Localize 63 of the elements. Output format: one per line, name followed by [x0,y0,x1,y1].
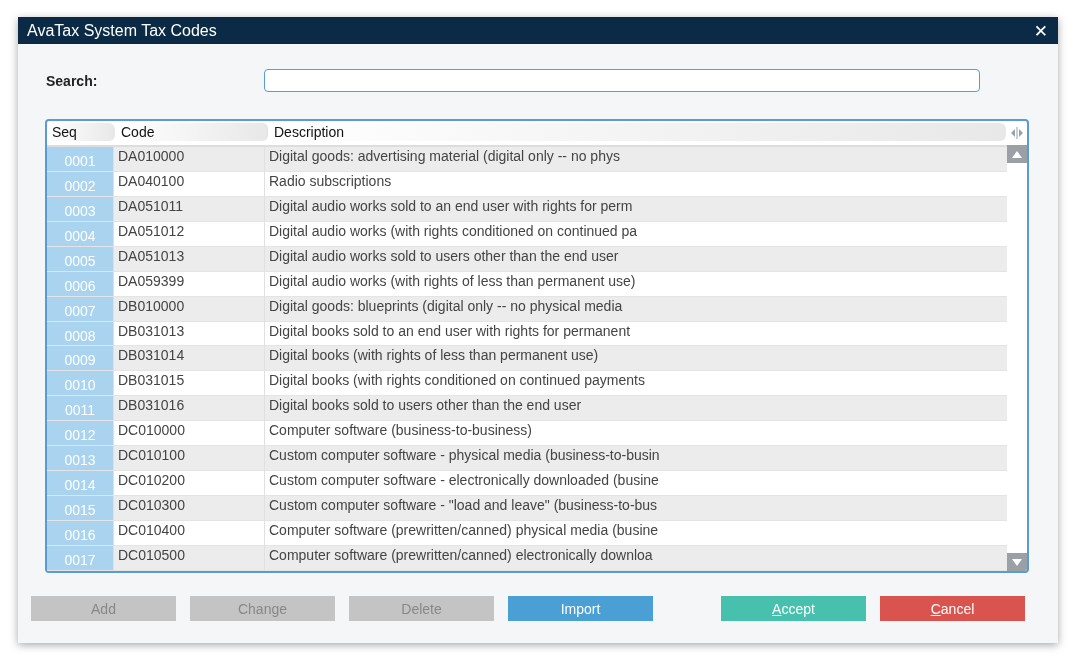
row-number: 0004 [47,221,114,246]
table-cell: DA051011 [114,196,265,221]
row-number: 0017 [47,545,114,570]
row-number: 0006 [47,271,114,296]
row-number: 0009 [47,346,114,371]
search-label: Search: [46,72,99,89]
accept-button[interactable]: Accept [721,596,866,621]
table-cell-text: Computer software (business-to-business) [268,421,533,441]
table-cell: DA010000 [114,146,265,171]
table-cell-text: Digital audio works (with rights conditioned on continued pa [268,221,639,241]
table-cell: DA051013 [114,246,265,271]
table-cell: DC010500 [114,545,265,570]
table-cell: DB031015 [114,371,265,396]
triangle-up-icon [1012,150,1022,158]
table-cell-text: Digital books sold to an end user with rights for permanent [268,321,632,341]
table-cell-text: Radio subscriptions [268,171,393,191]
table-cell-text: Digital books (with rights conditioned on continued payments [268,371,646,391]
close-button[interactable]: ✕ [1031,20,1050,41]
row-number: 0003 [47,196,114,221]
table-cell-text: Computer software (prewritten/canned) physical media (busine [268,521,660,540]
table-cell-text: Digital books sold to users other than the end user [268,396,583,416]
table-cell-text: Digital audio works sold to users other than the end user [268,246,620,266]
window-title: AvaTax System Tax Codes [27,21,217,40]
scroll-down-button[interactable] [1007,553,1027,571]
row-number: 0013 [47,446,114,471]
scroll-up-button[interactable] [1007,145,1027,163]
row-number: 0016 [47,521,114,545]
table-cell: DB031013 [114,321,265,346]
table-cell-text: Custom computer software - electronically downloaded (busine [268,471,660,491]
table-cell-text: Digital books (with rights of less than permanent use) [268,346,600,366]
table-cell: DC010100 [114,446,265,471]
triangle-down-icon [1012,558,1022,566]
row-number: 0011 [47,396,114,421]
table-cell: DC010400 [114,521,265,545]
table-cell-text: Digital goods: advertising material (digital only -- no phys [268,146,621,166]
row-number: 0014 [47,471,114,496]
table-cell: DB010000 [114,296,265,321]
table-cell-text: Custom computer software - "load and leave" (business-to-bus [268,496,659,516]
row-number: 0008 [47,321,114,346]
row-number: 0012 [47,421,114,446]
row-number: 0005 [47,246,114,271]
table-cell-text: Digital goods: blueprints (digital only -- no physical media [268,296,624,316]
table-cell: DC010300 [114,496,265,520]
cancel-button[interactable]: Cancel [880,596,1025,621]
search-field[interactable] [264,69,980,92]
table-cell: DA040100 [114,171,265,196]
row-number: 0010 [47,371,114,396]
table-cell-text: Computer software (prewritten/canned) electronically downloa [268,545,654,565]
table-cell: DC010200 [114,471,265,496]
row-number: 0007 [47,296,114,321]
table-cell-text: Custom computer software - physical media (business-to-busin [268,446,661,466]
row-number: 0001 [47,146,114,171]
table-cell-text: Digital audio works sold to an end user with rights for perm [268,196,634,216]
table-cell: DB031016 [114,396,265,421]
table-cell: DA051012 [114,221,265,246]
row-number: 0002 [47,171,114,196]
primary-button[interactable]: Import [508,596,653,621]
table-cell: DB031014 [114,346,265,371]
table-cell: DA059399 [114,271,265,296]
table-cell-text: Digital audio works (with rights of less than permanent use) [268,271,637,291]
row-number: 0015 [47,496,114,520]
column-resize-icon[interactable] [1010,127,1024,139]
table-cell: DC010000 [114,421,265,446]
